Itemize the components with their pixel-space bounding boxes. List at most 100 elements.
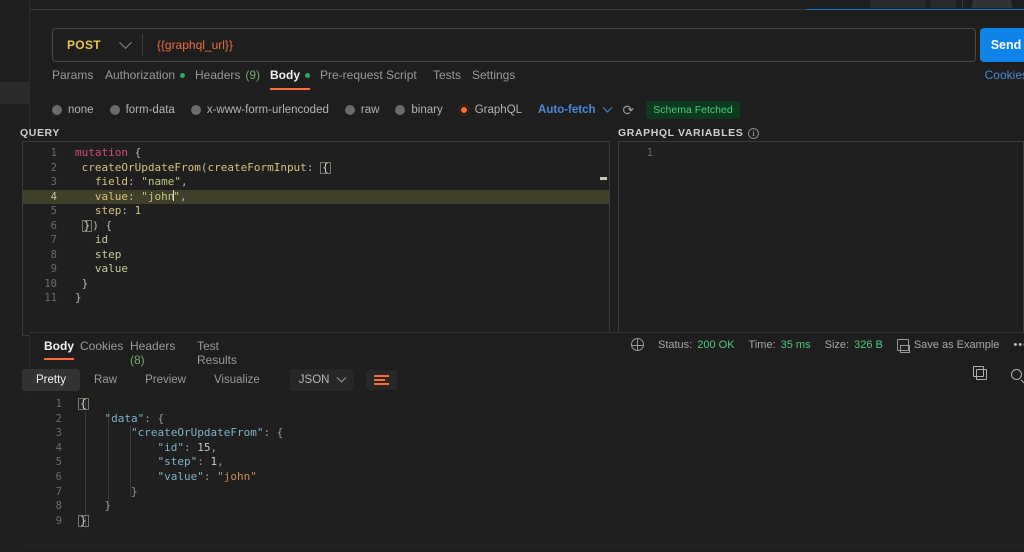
- code-line: 5 step: 1: [50, 204, 142, 217]
- code-line: 6 "value": "john": [55, 469, 257, 483]
- more-options-button[interactable]: •••: [1013, 339, 1024, 351]
- response-tab-test-results[interactable]: Test Results: [197, 339, 237, 367]
- tab-body[interactable]: Body: [270, 68, 310, 90]
- tab-underline: [44, 358, 74, 360]
- status-value: 200 OK: [697, 338, 735, 351]
- code-line: 1{: [55, 397, 89, 410]
- tab-label: Cookies: [80, 339, 124, 353]
- code-line: 11}: [44, 291, 82, 304]
- tab-strip-item-1[interactable]: [870, 0, 926, 8]
- cookies-link[interactable]: Cookies: [985, 68, 1024, 82]
- variables-heading: GRAPHQL VARIABLES i: [618, 127, 760, 139]
- view-mode-raw[interactable]: Raw: [80, 369, 131, 391]
- body-type-form-data[interactable]: form-data: [109, 104, 175, 116]
- view-mode-visualize[interactable]: Visualize: [200, 369, 274, 391]
- tab-authorization[interactable]: Authorization: [105, 68, 186, 82]
- code-line: 3 field: "name",: [50, 175, 188, 188]
- radio-icon-selected: [458, 105, 469, 115]
- code-line: 9}: [55, 513, 89, 527]
- tab-label: Tests: [433, 68, 462, 82]
- wrap-lines-button[interactable]: [366, 370, 398, 390]
- tab-headers[interactable]: Headers (9): [195, 68, 260, 82]
- tab-label: Pre-request Script: [320, 68, 417, 82]
- tab-strip-item-2[interactable]: [930, 0, 956, 8]
- query-scrollbar[interactable]: [600, 145, 608, 185]
- radio-icon: [344, 105, 355, 115]
- tab-pre-request-script[interactable]: Pre-request Script: [320, 68, 417, 82]
- status-dot-icon: [305, 72, 310, 78]
- response-tab-headers[interactable]: Headers (8): [130, 339, 175, 367]
- response-meta: Status: 200 OK Time: 35 ms Size: 326 B S…: [630, 338, 1024, 353]
- tab-underline: [270, 88, 310, 90]
- search-icon[interactable]: [1011, 369, 1022, 380]
- response-format-select[interactable]: JSON: [289, 369, 355, 391]
- code-line: 2 "data": {: [55, 411, 165, 425]
- method-selector[interactable]: POST: [53, 29, 142, 61]
- request-tabs: Params Authorization Headers (9) Body Pr…: [22, 68, 1024, 94]
- body-type-graphql[interactable]: GraphQL: [458, 104, 523, 116]
- code-line: 4 "id": 15,: [55, 440, 218, 454]
- response-format-label: JSON: [298, 374, 330, 386]
- tab-label: Settings: [472, 68, 516, 82]
- query-heading: QUERY: [20, 127, 60, 139]
- body-type-label: GraphQL: [474, 104, 523, 116]
- code-line: 7 }: [55, 484, 138, 498]
- url-bar: POST {{graphql_url}}: [52, 28, 976, 62]
- size-value: 326 B: [854, 338, 883, 351]
- tab-count: (8): [130, 353, 145, 367]
- code-line: 1: [646, 147, 653, 159]
- body-type-label: raw: [360, 104, 380, 116]
- refresh-icon[interactable]: ⟳: [623, 102, 635, 119]
- chevron-down-icon[interactable]: [602, 102, 612, 113]
- tab-tests[interactable]: Tests: [433, 68, 461, 82]
- graphql-query-editor[interactable]: 1 mutation { 2 createOrUpdateFrom(createF…: [22, 141, 610, 336]
- status-dot-icon: [180, 72, 186, 78]
- response-body-editor[interactable]: 1{ 2 "data": { 3 "createOrUpdateFrom": {…: [22, 393, 1024, 545]
- auto-fetch-button[interactable]: Auto-fetch: [538, 104, 596, 116]
- body-type-x-www-form-urlencoded[interactable]: x-www-form-urlencoded: [190, 104, 329, 116]
- copy-icon[interactable]: [973, 366, 987, 380]
- tab-params[interactable]: Params: [52, 68, 93, 82]
- radio-icon: [52, 105, 62, 115]
- tab-label: Body: [44, 339, 74, 353]
- tab-label: Headers: [195, 68, 241, 82]
- response-action-icons: [973, 366, 1022, 380]
- radio-icon: [109, 105, 120, 115]
- time-label: Time:: [748, 338, 776, 351]
- save-as-example-button[interactable]: Save as Example: [896, 338, 999, 353]
- tab-label: Headers: [130, 339, 176, 353]
- info-icon[interactable]: i: [748, 127, 760, 139]
- response-tab-cookies[interactable]: Cookies: [80, 339, 123, 353]
- time-value: 35 ms: [780, 338, 811, 351]
- code-line: 3 "createOrUpdateFrom": {: [55, 426, 284, 440]
- body-type-label: binary: [411, 104, 443, 116]
- view-mode-pretty[interactable]: Pretty: [22, 369, 81, 391]
- graphql-variables-editor[interactable]: 1: [618, 141, 1024, 336]
- variables-lines: 1: [619, 146, 1023, 161]
- size-indicator: Size: 326 B: [825, 339, 883, 351]
- code-line: 5 "step": 1,: [55, 455, 224, 469]
- method-label: POST: [67, 38, 101, 52]
- code-line: 8 }: [55, 499, 112, 513]
- response-tab-body[interactable]: Body: [44, 339, 74, 360]
- body-type-label: form-data: [125, 104, 175, 116]
- tab-label: Test Results: [197, 339, 238, 367]
- view-mode-preview[interactable]: Preview: [131, 369, 200, 391]
- tab-strip-item-3[interactable]: [972, 0, 1012, 8]
- tab-settings[interactable]: Settings: [472, 68, 515, 82]
- request-pane: POST {{graphql_url}} Send Params Authori…: [20, 10, 1024, 336]
- body-type-raw[interactable]: raw: [344, 104, 380, 116]
- size-label: Size:: [824, 338, 850, 351]
- chevron-down-icon: [337, 372, 347, 383]
- url-input[interactable]: {{graphql_url}}: [143, 38, 233, 52]
- body-type-none[interactable]: none: [52, 104, 94, 116]
- tab-label: Body: [270, 68, 300, 82]
- globe-icon: [630, 338, 644, 351]
- body-type-binary[interactable]: binary: [395, 104, 443, 116]
- scrollbar-thumb[interactable]: [600, 177, 607, 180]
- query-lines: 1 mutation { 2 createOrUpdateFrom(createF…: [23, 146, 609, 306]
- window-top-strip: [0, 0, 1024, 11]
- code-line: 6 }) {: [50, 218, 113, 232]
- variables-gutter: [619, 142, 657, 335]
- send-button[interactable]: Send: [980, 28, 1024, 62]
